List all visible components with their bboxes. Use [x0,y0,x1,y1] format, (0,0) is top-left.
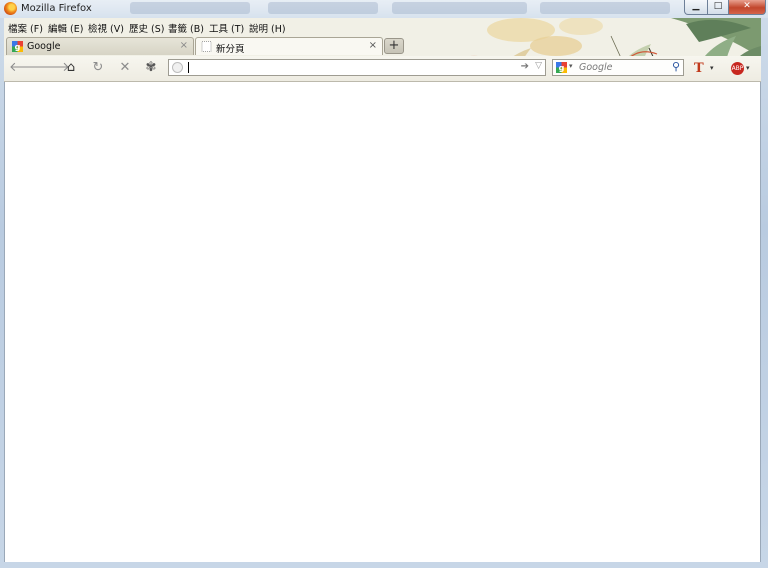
menu-view[interactable]: 檢視 (V) [88,21,124,35]
menu-bar: 檔案 (F) 編輯 (E) 檢視 (V) 歷史 (S) 書籤 (B) 工具 (T… [4,18,761,36]
tab-new-tab[interactable]: 新分頁 × [195,37,383,55]
address-bar[interactable]: ➔ ▽ [168,59,546,76]
aero-blur [540,2,670,14]
search-input[interactable] [579,61,665,74]
browser-chrome: 檔案 (F) 編輯 (E) 檢視 (V) 歷史 (S) 書籤 (B) 工具 (T… [4,18,761,562]
tab-label: Google [27,41,61,52]
go-arrow-icon[interactable]: ➔ [521,61,529,72]
menu-file[interactable]: 檔案 (F) [8,21,43,35]
menu-bookmarks[interactable]: 書籤 (B) [168,21,204,35]
new-tab-button[interactable]: + [384,38,404,54]
maximize-button[interactable]: □ [707,0,729,15]
menu-edit[interactable]: 編輯 (E) [48,21,83,35]
url-input[interactable] [187,61,512,74]
aero-blur [130,2,250,14]
browser-window: Mozilla Firefox ▁ □ ✕ 檔案 (F) 編輯 (E) 檢視 (… [0,0,768,568]
google-favicon-icon[interactable]: g [556,62,567,73]
title-bar[interactable]: Mozilla Firefox ▁ □ ✕ [0,0,768,18]
window-title: Mozilla Firefox [21,3,92,14]
aero-blur [268,2,378,14]
abp-addon-icon[interactable]: ABP [731,62,744,75]
menu-tools[interactable]: 工具 (T) [209,21,244,35]
google-favicon-icon: g [12,41,23,52]
forward-arrow-icon[interactable]: 🡒 [35,60,70,76]
search-bar[interactable]: g ▾ ⚲ [552,59,684,76]
site-identity-icon[interactable] [172,62,183,73]
text-caret [188,62,189,73]
minimize-button[interactable]: ▁ [684,0,708,15]
stop-icon[interactable]: ✕ [116,60,134,76]
chevron-down-icon[interactable]: ▾ [710,64,714,72]
tab-google[interactable]: g Google × [6,37,194,55]
tab-label: 新分頁 [216,44,245,55]
chevron-down-icon[interactable]: ▾ [746,64,750,72]
blank-page-icon [201,41,212,52]
navigation-toolbar: 🡐 🡒 ⌂ ↻ ✕ ✾ ➔ ▽ g ▾ Google ⚲ T ▾ ABP ▾ [4,56,761,82]
page-content-area[interactable] [4,82,761,562]
svg-text:g: g [559,64,565,73]
puzzle-icon[interactable]: ✾ [142,60,160,76]
tab-strip: g Google × 新分頁 × + [4,36,761,56]
search-engine-dropdown-icon[interactable]: ▾ [569,62,573,70]
home-icon[interactable]: ⌂ [62,60,80,76]
aero-blur [392,2,527,14]
search-icon[interactable]: ⚲ [672,60,680,73]
reload-icon[interactable]: ↻ [89,60,107,76]
history-dropdown-icon[interactable]: ▽ [535,61,542,71]
tab-close-icon[interactable]: × [369,40,377,51]
svg-text:g: g [15,43,21,52]
tab-close-icon[interactable]: × [180,40,188,51]
firefox-logo-icon [4,2,17,15]
translate-addon-icon[interactable]: T [694,61,704,76]
back-arrow-icon[interactable]: 🡐 [9,60,44,76]
menu-history[interactable]: 歷史 (S) [129,21,164,35]
close-window-button[interactable]: ✕ [728,0,766,15]
menu-help[interactable]: 說明 (H) [249,21,286,35]
